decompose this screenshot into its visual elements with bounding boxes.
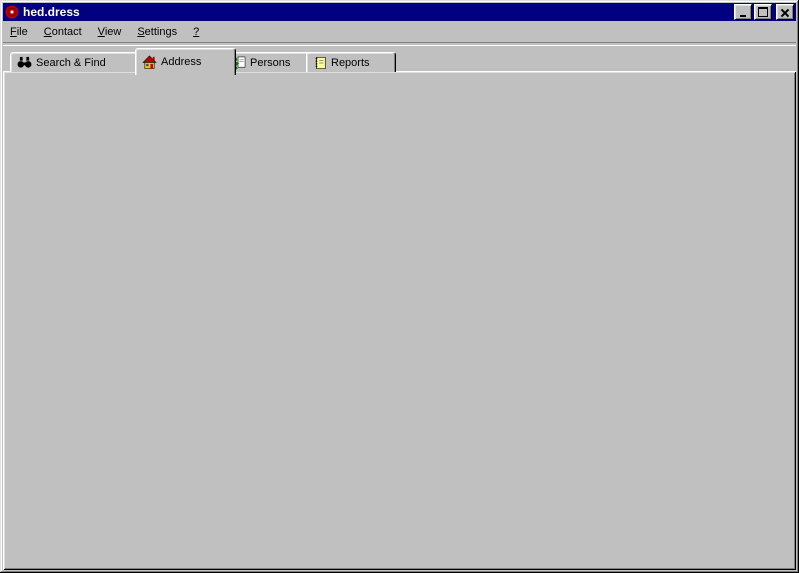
tab-persons[interactable]: Persons <box>224 52 319 72</box>
tab-label: Address <box>161 56 202 68</box>
notebook-icon <box>315 56 326 69</box>
menu-help[interactable]: ? <box>186 24 208 40</box>
house-icon <box>142 55 157 69</box>
menu-contact[interactable]: Contact <box>37 24 91 40</box>
tab-reports[interactable]: Reports <box>306 52 396 72</box>
binoculars-icon <box>17 56 32 68</box>
window-title: hed.dress <box>23 5 80 19</box>
title-bar: hed.dress <box>3 3 796 21</box>
tab-label: Reports <box>331 56 370 69</box>
tab-search-and-find[interactable]: Search & Find <box>10 52 148 72</box>
main-panel <box>3 71 796 570</box>
menu-bar: File Contact View Settings ? <box>3 23 796 41</box>
maximize-button[interactable] <box>754 4 772 20</box>
app-logo-icon <box>5 5 19 19</box>
minimize-icon <box>740 14 746 17</box>
app-window: hed.dress File Contact View Settings ? S… <box>0 0 799 573</box>
maximize-icon <box>758 7 768 17</box>
tab-label: Persons <box>250 56 291 69</box>
minimize-button[interactable] <box>734 4 752 20</box>
menu-settings[interactable]: Settings <box>130 24 186 40</box>
menu-separator <box>3 42 796 46</box>
close-icon <box>781 9 789 16</box>
menu-file[interactable]: File <box>3 24 37 40</box>
tab-address[interactable]: Address <box>135 48 236 75</box>
menu-view[interactable]: View <box>91 24 131 40</box>
tab-label: Search & Find <box>36 56 106 69</box>
close-button[interactable] <box>776 4 794 20</box>
